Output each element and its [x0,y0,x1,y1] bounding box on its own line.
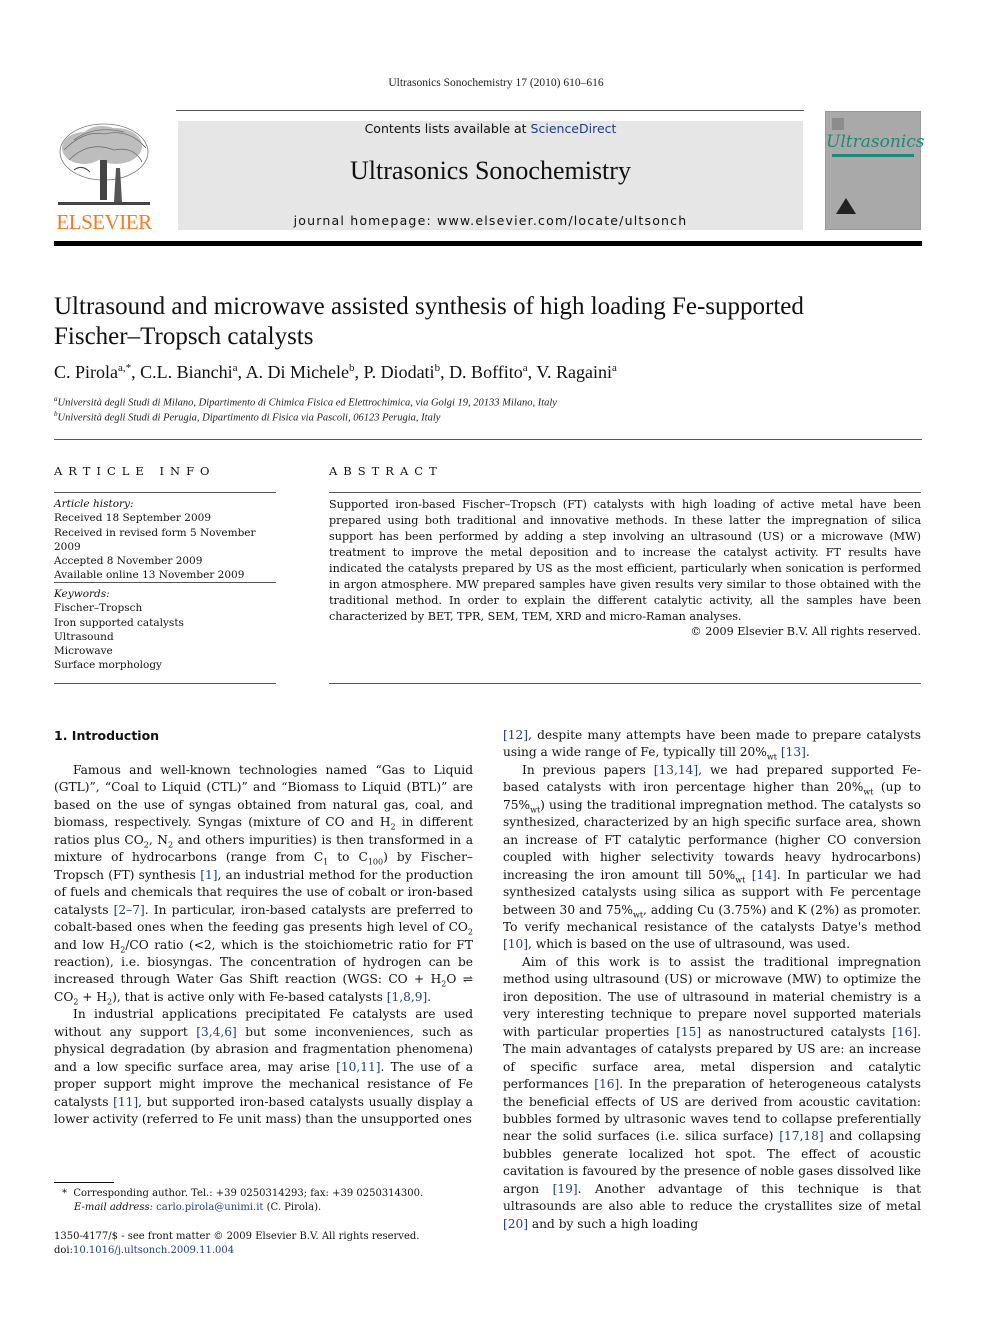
keyword: Surface morphology [54,659,162,672]
keywords-label: Keywords: [54,588,110,600]
paragraph: Famous and well-known technologies named… [54,763,474,1007]
author-list: C. Pirolaa,*, C.L. Bianchia, A. Di Miche… [54,362,934,383]
author[interactable]: D. Boffitoa, [449,362,536,382]
citation-link[interactable]: [10,11] [336,1060,380,1074]
citation-link[interactable]: [13] [781,745,806,759]
affiliation-b: bUniversità degli Studi di Perugia, Dipa… [54,410,441,424]
citation-link[interactable]: [11] [113,1095,138,1109]
title-line-2: Fischer–Tropsch catalysts [54,323,314,350]
author[interactable]: C.L. Bianchia, [140,362,245,382]
citation-link[interactable]: [3,4,6] [196,1025,237,1039]
journal-title: Ultrasonics Sonochemistry [350,156,631,185]
abstract-bottom-rule [329,683,921,684]
abstract-rule [329,492,921,493]
email-note: E-mail address: carlo.pirola@unimi.it (C… [74,1202,322,1213]
sciencedirect-link[interactable]: ScienceDirect [531,121,617,136]
author[interactable]: V. Ragainia [536,362,617,382]
title-line-1: Ultrasound and microwave assisted synthe… [54,293,804,320]
header-rule [176,110,804,111]
cover-title: Ultrasonics [826,132,925,152]
author[interactable]: C. Pirolaa,*, [54,362,140,382]
journal-cover-image[interactable]: Ultrasonics [825,111,925,230]
citation-link[interactable]: [16] [594,1077,619,1091]
citation-link[interactable]: [12] [503,728,528,742]
email-link[interactable]: carlo.pirola@unimi.it [156,1202,263,1213]
history-item: Received in revised form 5 November 2009 [54,526,256,553]
paragraph: Aim of this work is to assist the tradit… [503,954,922,1231]
doi-note: doi:10.1016/j.ultsonch.2009.11.004 [54,1245,235,1256]
citation-link[interactable]: [14] [752,868,777,882]
affiliation-a: aUniversità degli Studi di Milano, Dipar… [54,395,557,409]
article-info-heading: ARTICLE INFO [54,464,216,478]
citation-link[interactable]: [19] [553,1182,578,1196]
citation-link[interactable]: [1] [200,868,217,882]
citation-link[interactable]: [1,8,9] [387,990,428,1004]
publisher-logo-text: ELSEVIER [56,210,152,234]
article-history: Article history: Received 18 September 2… [54,497,284,583]
paragraph: [12], despite many attempts have been ma… [503,728,921,762]
body-column-right: [12], despite many attempts have been ma… [503,727,921,1233]
journal-reference: Ultrasonics Sonochemistry 17 (2010) 610–… [388,77,604,89]
citation-link[interactable]: [13,14] [654,763,698,777]
section-rule [54,439,922,440]
keyword: Ultrasound [54,630,114,643]
contents-line: Contents lists available at ScienceDirec… [178,121,803,136]
citation-link[interactable]: [15] [676,1025,701,1039]
article-info-rule [54,492,276,493]
citation-link[interactable]: [20] [503,1217,528,1231]
keyword: Iron supported catalysts [54,616,184,629]
author[interactable]: P. Diodatib, [364,362,450,382]
pyramid-icon [836,198,856,214]
introduction-heading: 1. Introduction [54,728,160,743]
citation-link[interactable]: [16] [892,1025,917,1039]
footnote-rule [54,1182,114,1183]
abstract-text: Supported iron-based Fischer–Tropsch (FT… [329,498,921,623]
keywords: Keywords: Fischer–Tropsch Iron supported… [54,587,284,673]
journal-homepage[interactable]: journal homepage: www.elsevier.com/locat… [178,213,803,228]
front-matter-note: 1350-4177/$ - see front matter © 2009 El… [54,1231,420,1242]
contents-prefix: Contents lists available at [364,121,531,136]
citation-link[interactable]: [10] [503,937,528,951]
keyword: Fischer–Tropsch [54,602,143,615]
citation-link[interactable]: [17,18] [779,1129,823,1143]
history-item: Accepted 8 November 2009 [54,555,203,568]
abstract-heading: ABSTRACT [329,464,443,478]
article-info-bottom-rule [54,683,276,684]
paragraph: In industrial applications precipitated … [54,1007,473,1127]
keywords-rule [54,582,276,583]
abstract-copyright: © 2009 Elsevier B.V. All rights reserved… [690,625,921,638]
body-column-left: Famous and well-known technologies named… [54,762,473,1129]
doi-link[interactable]: 10.1016/j.ultsonch.2009.11.004 [73,1245,234,1256]
history-label: Article history: [54,498,134,510]
history-item: Available online 13 November 2009 [54,569,245,582]
asterisk-icon: * [62,1188,74,1199]
author[interactable]: A. Di Micheleb, [246,362,364,382]
paragraph: In previous papers [13,14], we had prepa… [503,762,922,952]
keyword: Microwave [54,645,113,658]
cover-subtitle-bar [832,154,914,157]
corresponding-author-note: * Corresponding author. Tel.: +39 025031… [62,1188,424,1199]
publisher-mark-icon [832,118,844,130]
history-item: Received 18 September 2009 [54,512,212,525]
article-title: Ultrasound and microwave assisted synthe… [54,292,934,352]
header-thick-rule [54,241,922,246]
citation-link[interactable]: [2–7] [114,903,145,917]
